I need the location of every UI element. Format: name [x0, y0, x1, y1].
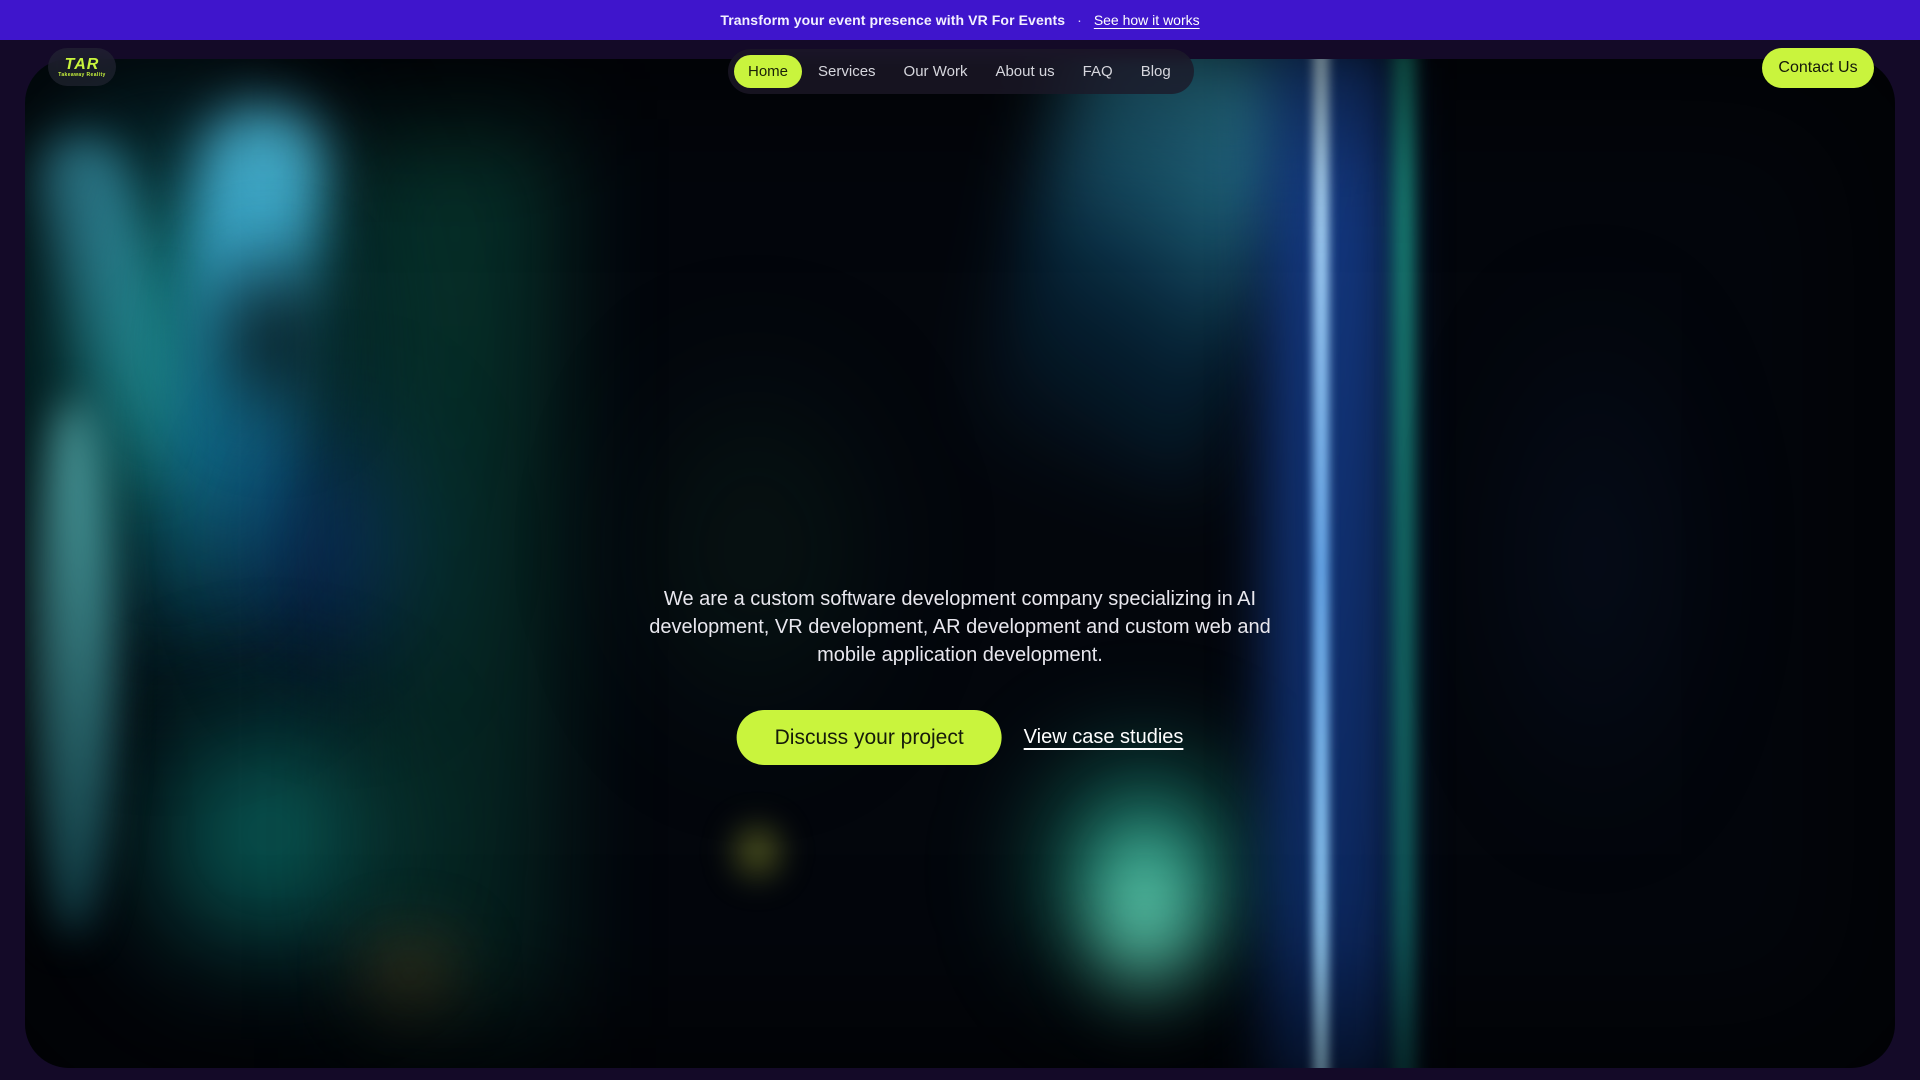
- logo[interactable]: TAR Takeaway Reality: [48, 48, 116, 86]
- view-case-studies-link[interactable]: View case studies: [1024, 726, 1184, 749]
- art-teal-mass-left: [25, 59, 425, 739]
- logo-wordmark: TAR: [64, 55, 100, 73]
- nav-item-our-work[interactable]: Our Work: [892, 55, 980, 88]
- art-teal-bottom-left: [35, 599, 505, 1068]
- hero-cta-row: Discuss your project View case studies: [736, 710, 1184, 765]
- main-nav: Home Services Our Work About us FAQ Blog: [728, 49, 1194, 94]
- art-cyan-streak-left: [146, 93, 334, 665]
- contact-us-button[interactable]: Contact Us: [1762, 48, 1874, 88]
- art-cyan-streak-top-right: [969, 59, 1321, 503]
- announcement-banner: Transform your event presence with VR Fo…: [0, 0, 1920, 40]
- art-dark-hole: [145, 179, 405, 499]
- art-cyan-edge-curve: [26, 123, 194, 515]
- logo-subtitle: Takeaway Reality: [58, 71, 106, 78]
- art-green-column: [355, 119, 555, 1039]
- art-teal-glow-core: [1035, 749, 1255, 1068]
- art-vignette: [25, 59, 1895, 1068]
- hero-description: We are a custom software development com…: [649, 588, 1271, 666]
- art-olive-dot: [715, 804, 800, 899]
- art-teal-line-right: [1393, 59, 1415, 1068]
- discuss-project-button[interactable]: Discuss your project: [736, 710, 1002, 765]
- art-navy-blob: [195, 319, 495, 779]
- nav-item-services[interactable]: Services: [806, 55, 888, 88]
- art-blue-haze-right: [1445, 159, 1745, 959]
- art-blue-band-right: [1265, 59, 1395, 1068]
- hero-section: We are a custom software development com…: [25, 59, 1895, 1068]
- art-white-line-right: [1313, 59, 1329, 1068]
- nav-item-about-us[interactable]: About us: [983, 55, 1066, 88]
- banner-separator: ·: [1077, 12, 1082, 28]
- banner-see-how-it-works-link[interactable]: See how it works: [1094, 12, 1200, 28]
- nav-item-faq[interactable]: FAQ: [1071, 55, 1125, 88]
- nav-item-blog[interactable]: Blog: [1129, 55, 1183, 88]
- nav-item-home[interactable]: Home: [734, 55, 803, 88]
- art-green-haze-center: [545, 239, 965, 859]
- banner-message: Transform your event presence with VR Fo…: [720, 12, 1066, 28]
- art-orange-hint: [325, 909, 495, 1039]
- art-bright-cyan-edge: [31, 399, 111, 939]
